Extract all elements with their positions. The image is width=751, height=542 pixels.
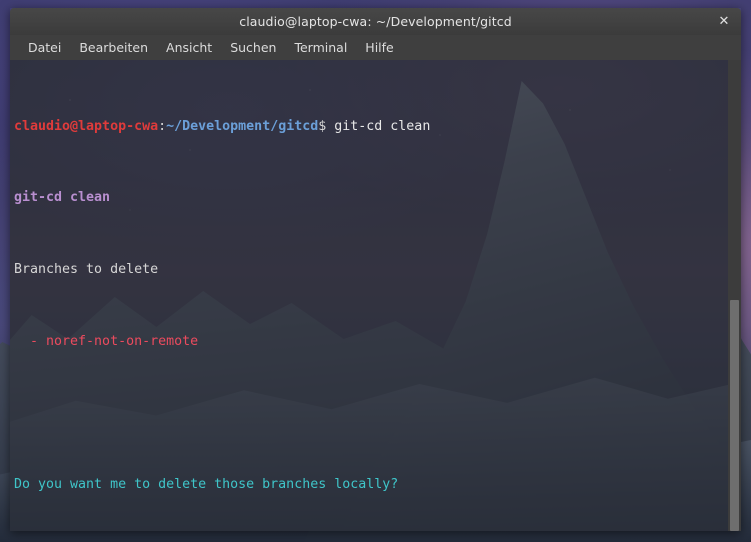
prompt-user-host: claudio@laptop-cwa (14, 118, 159, 134)
terminal-line-branch-item: - noref-not-on-remote (14, 333, 741, 351)
terminal-scrollbar-thumb[interactable] (730, 300, 739, 531)
question-text: Do you want me to delete those branches … (14, 476, 399, 492)
typed-command: git-cd clean (326, 118, 431, 134)
window-title: claudio@laptop-cwa: ~/Development/gitcd (239, 14, 512, 29)
echo-command-text: git-cd clean (14, 190, 111, 206)
branches-header-text: Branches to delete (14, 261, 159, 277)
menubar: Datei Bearbeiten Ansicht Suchen Terminal… (10, 35, 741, 60)
terminal-output: claudio@laptop-cwa:~/Development/gitcd$ … (10, 60, 741, 531)
menu-item-bearbeiten[interactable]: Bearbeiten (70, 37, 157, 58)
prompt-separator: : (158, 118, 167, 134)
terminal-window: claudio@laptop-cwa: ~/Development/gitcd … (10, 8, 741, 531)
desktop: claudio@laptop-cwa: ~/Development/gitcd … (0, 0, 751, 542)
close-icon[interactable]: ✕ (716, 14, 732, 30)
terminal-line-question: Do you want me to delete those branches … (14, 476, 741, 494)
menu-item-datei[interactable]: Datei (19, 37, 70, 58)
branch-item-text: - noref-not-on-remote (14, 333, 199, 349)
terminal-line-echo-command: git-cd clean (14, 189, 741, 207)
terminal-body[interactable]: claudio@laptop-cwa:~/Development/gitcd$ … (10, 60, 741, 531)
menu-item-suchen[interactable]: Suchen (221, 37, 285, 58)
prompt-path: ~/Development/gitcd (166, 118, 319, 134)
menu-item-ansicht[interactable]: Ansicht (157, 37, 221, 58)
terminal-line-prompt-command: claudio@laptop-cwa:~/Development/gitcd$ … (14, 118, 741, 136)
menu-item-hilfe[interactable]: Hilfe (356, 37, 402, 58)
window-titlebar[interactable]: claudio@laptop-cwa: ~/Development/gitcd … (10, 8, 741, 35)
terminal-line-blank-1 (14, 404, 741, 422)
menu-item-terminal[interactable]: Terminal (285, 37, 356, 58)
terminal-scrollbar[interactable] (728, 60, 741, 531)
terminal-line-branches-header: Branches to delete (14, 261, 741, 279)
